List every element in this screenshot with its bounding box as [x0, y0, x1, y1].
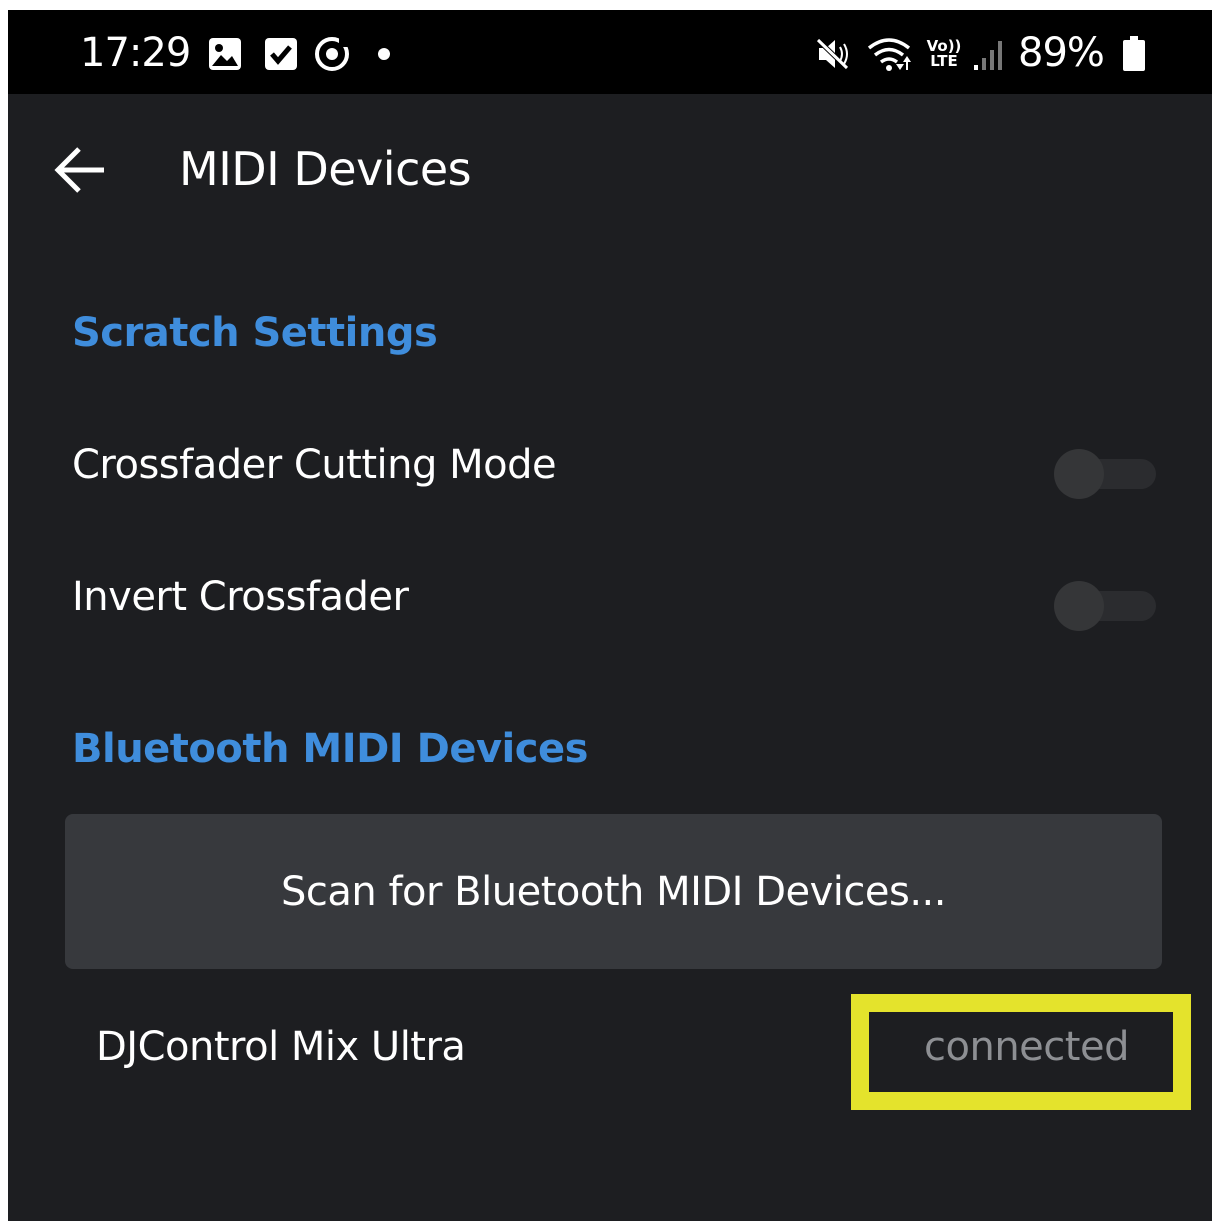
status-bar: 17:29 Vo)) LTE 89% [8, 10, 1212, 94]
dot-icon [374, 34, 394, 74]
wifi-icon [864, 34, 916, 74]
signal-icon [970, 34, 1008, 74]
setting-label: Crossfader Cutting Mode [72, 442, 557, 488]
page-title: MIDI Devices [179, 142, 472, 196]
checkbox-icon [262, 34, 300, 74]
scratch-settings-header: Scratch Settings [72, 310, 438, 356]
scan-bluetooth-button[interactable]: Scan for Bluetooth MIDI Devices... [65, 814, 1162, 969]
battery-percent: 89% [1018, 30, 1105, 76]
crossfader-cutting-mode-toggle[interactable] [1054, 449, 1156, 499]
setting-row-crossfader-cutting-mode[interactable]: Crossfader Cutting Mode [8, 414, 1212, 514]
invert-crossfader-toggle[interactable] [1054, 581, 1156, 631]
arrow-left-icon [52, 146, 108, 194]
gallery-icon [206, 34, 244, 74]
bluetooth-midi-devices-header: Bluetooth MIDI Devices [72, 726, 588, 772]
setting-label: Invert Crossfader [72, 574, 409, 620]
mute-icon [814, 34, 854, 74]
phone-screen: 17:29 Vo)) LTE 89% MIDI Devices Scratch … [8, 10, 1212, 1221]
volte-icon: Vo)) LTE [924, 34, 964, 74]
sync-icon [312, 34, 352, 74]
device-row-djcontrol-mix-ultra[interactable]: DJControl Mix Ultra connected [8, 994, 1212, 1120]
setting-row-invert-crossfader[interactable]: Invert Crossfader [8, 546, 1212, 646]
status-time: 17:29 [80, 30, 191, 76]
toggle-thumb [1054, 581, 1104, 631]
battery-icon [1120, 34, 1148, 74]
toggle-thumb [1054, 449, 1104, 499]
device-name: DJControl Mix Ultra [96, 1024, 466, 1070]
back-button[interactable] [44, 138, 116, 202]
device-status: connected [924, 1024, 1129, 1070]
volte-label-bottom: LTE [930, 52, 958, 70]
